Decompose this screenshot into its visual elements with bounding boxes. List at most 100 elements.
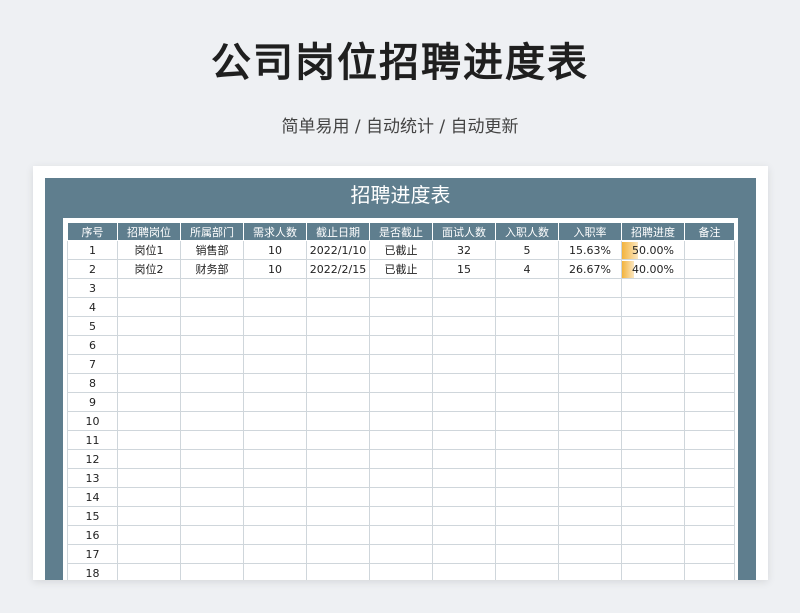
cell-deadline[interactable] — [306, 525, 370, 545]
cell-demand[interactable]: 10 — [243, 259, 307, 279]
column-header[interactable]: 面试人数 — [432, 222, 496, 241]
cell-deadline[interactable] — [306, 373, 370, 393]
cell-department[interactable] — [180, 373, 244, 393]
progress-cell[interactable] — [621, 335, 685, 355]
cell-department[interactable] — [180, 392, 244, 412]
cell-note[interactable] — [684, 487, 735, 507]
cell-demand[interactable] — [243, 430, 307, 450]
cell-demand[interactable] — [243, 525, 307, 545]
cell-demand[interactable]: 10 — [243, 240, 307, 260]
progress-cell[interactable] — [621, 468, 685, 488]
cell-demand[interactable] — [243, 316, 307, 336]
cell-hire-rate[interactable] — [558, 411, 622, 431]
cell-position[interactable] — [117, 544, 181, 564]
cell-hire-rate[interactable] — [558, 316, 622, 336]
cell-interviews[interactable] — [432, 373, 496, 393]
cell-hired[interactable]: 4 — [495, 259, 559, 279]
cell-note[interactable] — [684, 506, 735, 526]
cell-department[interactable] — [180, 449, 244, 469]
cell-note[interactable] — [684, 563, 735, 580]
cell-index[interactable]: 10 — [67, 411, 118, 431]
cell-index[interactable]: 9 — [67, 392, 118, 412]
progress-cell[interactable] — [621, 487, 685, 507]
column-header[interactable]: 招聘岗位 — [117, 222, 181, 241]
progress-cell[interactable] — [621, 354, 685, 374]
cell-demand[interactable] — [243, 278, 307, 298]
cell-position[interactable] — [117, 563, 181, 580]
progress-cell[interactable] — [621, 563, 685, 580]
progress-cell[interactable] — [621, 449, 685, 469]
cell-note[interactable] — [684, 259, 735, 279]
cell-position[interactable]: 岗位1 — [117, 240, 181, 260]
cell-deadline[interactable] — [306, 392, 370, 412]
cell-department[interactable] — [180, 297, 244, 317]
cell-hired[interactable] — [495, 487, 559, 507]
cell-interviews[interactable] — [432, 525, 496, 545]
cell-hired[interactable] — [495, 563, 559, 580]
cell-department[interactable]: 财务部 — [180, 259, 244, 279]
cell-position[interactable] — [117, 373, 181, 393]
progress-cell[interactable] — [621, 297, 685, 317]
cell-hired[interactable] — [495, 506, 559, 526]
cell-index[interactable]: 14 — [67, 487, 118, 507]
cell-hire-rate[interactable] — [558, 392, 622, 412]
cell-closed[interactable] — [369, 468, 433, 488]
cell-deadline[interactable] — [306, 449, 370, 469]
progress-cell[interactable] — [621, 506, 685, 526]
cell-position[interactable] — [117, 354, 181, 374]
cell-position[interactable]: 岗位2 — [117, 259, 181, 279]
cell-position[interactable] — [117, 335, 181, 355]
cell-closed[interactable] — [369, 430, 433, 450]
cell-note[interactable] — [684, 392, 735, 412]
cell-interviews[interactable] — [432, 563, 496, 580]
cell-hired[interactable] — [495, 373, 559, 393]
cell-position[interactable] — [117, 430, 181, 450]
cell-deadline[interactable] — [306, 335, 370, 355]
column-header[interactable]: 所属部门 — [180, 222, 244, 241]
cell-note[interactable] — [684, 430, 735, 450]
cell-closed[interactable] — [369, 449, 433, 469]
cell-hire-rate[interactable] — [558, 525, 622, 545]
cell-index[interactable]: 5 — [67, 316, 118, 336]
progress-cell[interactable] — [621, 411, 685, 431]
cell-note[interactable] — [684, 525, 735, 545]
cell-department[interactable] — [180, 544, 244, 564]
cell-deadline[interactable] — [306, 411, 370, 431]
cell-hire-rate[interactable] — [558, 430, 622, 450]
cell-department[interactable] — [180, 335, 244, 355]
cell-closed[interactable] — [369, 544, 433, 564]
cell-department[interactable] — [180, 411, 244, 431]
cell-demand[interactable] — [243, 506, 307, 526]
progress-cell[interactable]: 40.00% — [621, 259, 685, 279]
cell-closed[interactable] — [369, 316, 433, 336]
progress-cell[interactable]: 50.00% — [621, 240, 685, 260]
progress-cell[interactable] — [621, 278, 685, 298]
cell-closed[interactable] — [369, 373, 433, 393]
cell-hired[interactable] — [495, 430, 559, 450]
column-header[interactable]: 是否截止 — [369, 222, 433, 241]
cell-department[interactable]: 销售部 — [180, 240, 244, 260]
cell-demand[interactable] — [243, 449, 307, 469]
cell-department[interactable] — [180, 487, 244, 507]
cell-closed[interactable] — [369, 354, 433, 374]
column-header[interactable]: 备注 — [684, 222, 735, 241]
cell-hired[interactable] — [495, 525, 559, 545]
cell-hired[interactable] — [495, 468, 559, 488]
cell-note[interactable] — [684, 240, 735, 260]
cell-note[interactable] — [684, 468, 735, 488]
cell-position[interactable] — [117, 449, 181, 469]
cell-index[interactable]: 1 — [67, 240, 118, 260]
progress-cell[interactable] — [621, 316, 685, 336]
cell-index[interactable]: 7 — [67, 354, 118, 374]
cell-index[interactable]: 8 — [67, 373, 118, 393]
cell-demand[interactable] — [243, 563, 307, 580]
cell-hired[interactable] — [495, 449, 559, 469]
cell-interviews[interactable] — [432, 468, 496, 488]
cell-demand[interactable] — [243, 297, 307, 317]
cell-hire-rate[interactable] — [558, 449, 622, 469]
cell-closed[interactable] — [369, 487, 433, 507]
cell-position[interactable] — [117, 316, 181, 336]
cell-department[interactable] — [180, 525, 244, 545]
cell-deadline[interactable] — [306, 506, 370, 526]
cell-index[interactable]: 6 — [67, 335, 118, 355]
